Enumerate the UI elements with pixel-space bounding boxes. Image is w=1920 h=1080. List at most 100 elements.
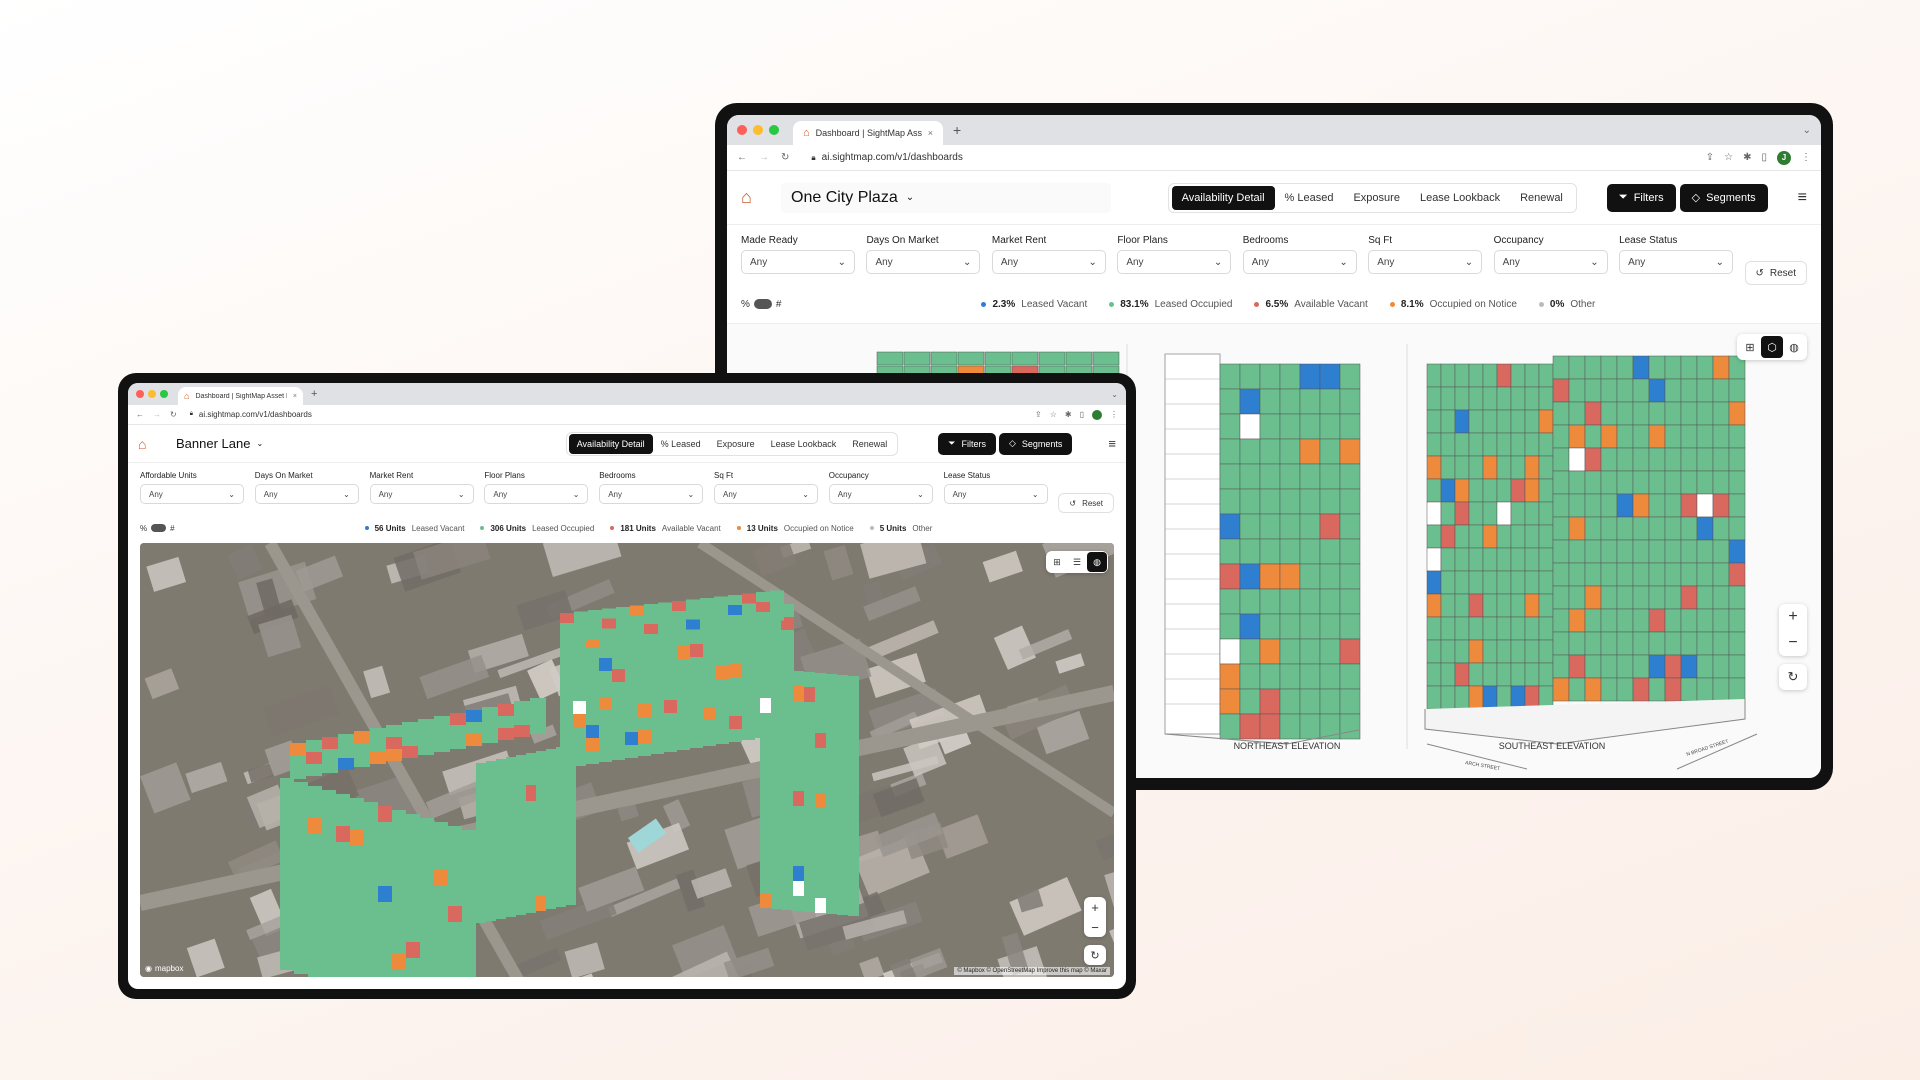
filter-select[interactable]: Any ⌄ [254, 484, 359, 504]
tab-renewal[interactable]: Renewal [844, 434, 895, 454]
filter-select[interactable]: Any ⌄ [713, 484, 818, 504]
tab-exposure[interactable]: Exposure [1343, 186, 1409, 210]
sightmap-logo-icon[interactable]: ⌂ [138, 436, 176, 452]
maximize-window-dot[interactable] [160, 390, 168, 398]
sidebar-icon[interactable]: ▯ [1761, 152, 1767, 163]
sidebar-icon[interactable]: ▯ [1080, 410, 1084, 419]
new-tab-icon[interactable]: + [953, 122, 961, 138]
maximize-window-dot[interactable] [769, 125, 779, 135]
zoom-in-icon[interactable]: + [1779, 604, 1807, 630]
bookmark-star-icon[interactable]: ☆ [1724, 152, 1733, 163]
rotate-reset-icon[interactable]: ↻ [1779, 664, 1807, 690]
reset-button[interactable]: ↺ Reset [1058, 493, 1114, 513]
pct-num-toggle[interactable]: % # [741, 299, 781, 310]
close-window-dot[interactable] [737, 125, 747, 135]
tab-availability-detail[interactable]: Availability Detail [1171, 185, 1275, 210]
zoom-out-icon[interactable]: − [1084, 917, 1106, 937]
legend-item[interactable]: 5 Units Other [869, 524, 932, 533]
toggle-switch[interactable] [151, 524, 167, 532]
extensions-icon[interactable]: ✱ [1065, 410, 1072, 419]
browser-menu-icon[interactable]: ⋮ [1801, 152, 1811, 163]
tab-renewal[interactable]: Renewal [1510, 186, 1573, 210]
legend-item[interactable]: 83.1% Leased Occupied [1109, 299, 1232, 310]
filter-select[interactable]: Any ⌄ [1493, 250, 1608, 274]
close-tab-icon[interactable]: × [928, 128, 933, 138]
tab-pct-leased[interactable]: % Leased [1275, 186, 1344, 210]
filters-button[interactable]: ⏷ Filters [1606, 183, 1676, 212]
minimize-window-dot[interactable] [148, 390, 156, 398]
tab-pct-leased[interactable]: % Leased [653, 434, 709, 454]
filter-select[interactable]: Any ⌄ [741, 250, 855, 274]
legend-item[interactable]: 181 Units Available Vacant [610, 524, 721, 533]
floorplan-view-icon[interactable]: ⊞ [1739, 336, 1761, 358]
filter-select[interactable]: Any ⌄ [1117, 250, 1232, 274]
filter-select[interactable]: Any ⌄ [828, 484, 933, 504]
globe-view-icon[interactable]: ◍ [1087, 552, 1107, 572]
zoom-in-icon[interactable]: + [1084, 897, 1106, 917]
cube-view-icon[interactable]: ⬡ [1761, 336, 1783, 358]
tab-menu-chevron-icon[interactable]: ⌄ [1111, 390, 1118, 399]
tab-availability-detail[interactable]: Availability Detail [568, 433, 653, 454]
url-field[interactable]: 🔒︎ ai.sightmap.com/v1/dashboards [801, 148, 1694, 167]
sightmap-logo-icon[interactable]: ⌂ [741, 187, 781, 208]
legend-item[interactable]: 2.3% Leased Vacant [981, 299, 1087, 310]
filter-select[interactable]: Any ⌄ [484, 484, 589, 504]
tab-lease-lookback[interactable]: Lease Lookback [763, 434, 845, 454]
reload-icon[interactable]: ↻ [170, 410, 177, 419]
filter-select[interactable]: Any ⌄ [369, 484, 474, 504]
filters-button[interactable]: ⏷ Filters [938, 432, 996, 455]
filter-select[interactable]: Any ⌄ [943, 484, 1048, 504]
back-arrow-icon[interactable]: ← [136, 410, 144, 419]
reload-icon[interactable]: ↻ [781, 152, 789, 163]
close-tab-icon[interactable]: × [293, 393, 297, 400]
avatar[interactable] [1092, 409, 1102, 420]
avatar[interactable]: J [1777, 150, 1791, 165]
pct-num-toggle[interactable]: % # [140, 524, 175, 533]
property-selector[interactable]: Banner Lane ⌄ [176, 436, 263, 451]
forward-arrow-icon[interactable]: → [153, 410, 161, 419]
minimize-window-dot[interactable] [753, 125, 763, 135]
mapbox-logo[interactable]: ◉ mapbox [145, 964, 183, 973]
extensions-icon[interactable]: ✱ [1743, 152, 1751, 163]
legend-item[interactable]: 56 Units Leased Vacant [364, 524, 464, 533]
hamburger-menu-icon[interactable]: ≡ [1798, 189, 1807, 207]
legend-item[interactable]: 306 Units Leased Occupied [480, 524, 594, 533]
list-view-icon[interactable]: ☰ [1067, 552, 1087, 572]
browser-tab[interactable]: ⌂ Dashboard | SightMap Asset I... × [793, 121, 943, 145]
segments-button[interactable]: ◇ Segments [998, 432, 1073, 455]
filter-select[interactable]: Any ⌄ [866, 250, 981, 274]
legend-item[interactable]: 0% Other [1538, 299, 1595, 310]
tab-menu-chevron-icon[interactable]: ⌄ [1803, 125, 1811, 136]
filter-select[interactable]: Any ⌄ [1242, 250, 1357, 274]
filter-select[interactable]: Any ⌄ [599, 484, 704, 504]
browser-tab[interactable]: ⌂ Dashboard | SightMap Asset I... × [178, 387, 303, 405]
share-icon[interactable]: ⇪ [1706, 152, 1714, 163]
url-field[interactable]: 🔒︎ ai.sightmap.com/v1/dashboards [185, 407, 1027, 422]
zoom-out-icon[interactable]: − [1779, 630, 1807, 656]
globe-view-icon[interactable]: ◍ [1783, 336, 1805, 358]
filter-select[interactable]: Any ⌄ [140, 484, 244, 504]
tab-lease-lookback[interactable]: Lease Lookback [1410, 186, 1510, 210]
rotate-reset-icon[interactable]: ↻ [1084, 945, 1106, 965]
legend-item[interactable]: 6.5% Available Vacant [1254, 299, 1368, 310]
legend-item[interactable]: 8.1% Occupied on Notice [1389, 299, 1517, 310]
legend-item[interactable]: 13 Units Occupied on Notice [736, 524, 854, 533]
tab-exposure[interactable]: Exposure [709, 434, 763, 454]
reset-button[interactable]: ↺ Reset [1744, 261, 1808, 285]
close-window-dot[interactable] [136, 390, 144, 398]
filter-select[interactable]: Any ⌄ [1619, 250, 1734, 274]
segments-button[interactable]: ◇ Segments [1679, 183, 1768, 212]
forward-arrow-icon[interactable]: → [759, 152, 769, 163]
filter-select[interactable]: Any ⌄ [991, 250, 1106, 274]
map-attribution[interactable]: © Mapbox © OpenStreetMap Improve this ma… [954, 967, 1110, 975]
hamburger-menu-icon[interactable]: ≡ [1108, 436, 1116, 451]
bookmark-star-icon[interactable]: ☆ [1050, 410, 1057, 419]
share-icon[interactable]: ⇪ [1035, 410, 1042, 419]
property-selector[interactable]: One City Plaza ⌄ [781, 182, 1111, 213]
new-tab-icon[interactable]: + [311, 388, 317, 400]
front-3d-map[interactable]: ⊞ ☰ ◍ + − ↻ ◉ mapbox © Mapbox © OpenStre… [140, 543, 1114, 977]
browser-menu-icon[interactable]: ⋮ [1110, 410, 1118, 419]
toggle-switch[interactable] [753, 299, 772, 309]
floorplan-view-icon[interactable]: ⊞ [1047, 552, 1067, 572]
filter-select[interactable]: Any ⌄ [1368, 250, 1483, 274]
